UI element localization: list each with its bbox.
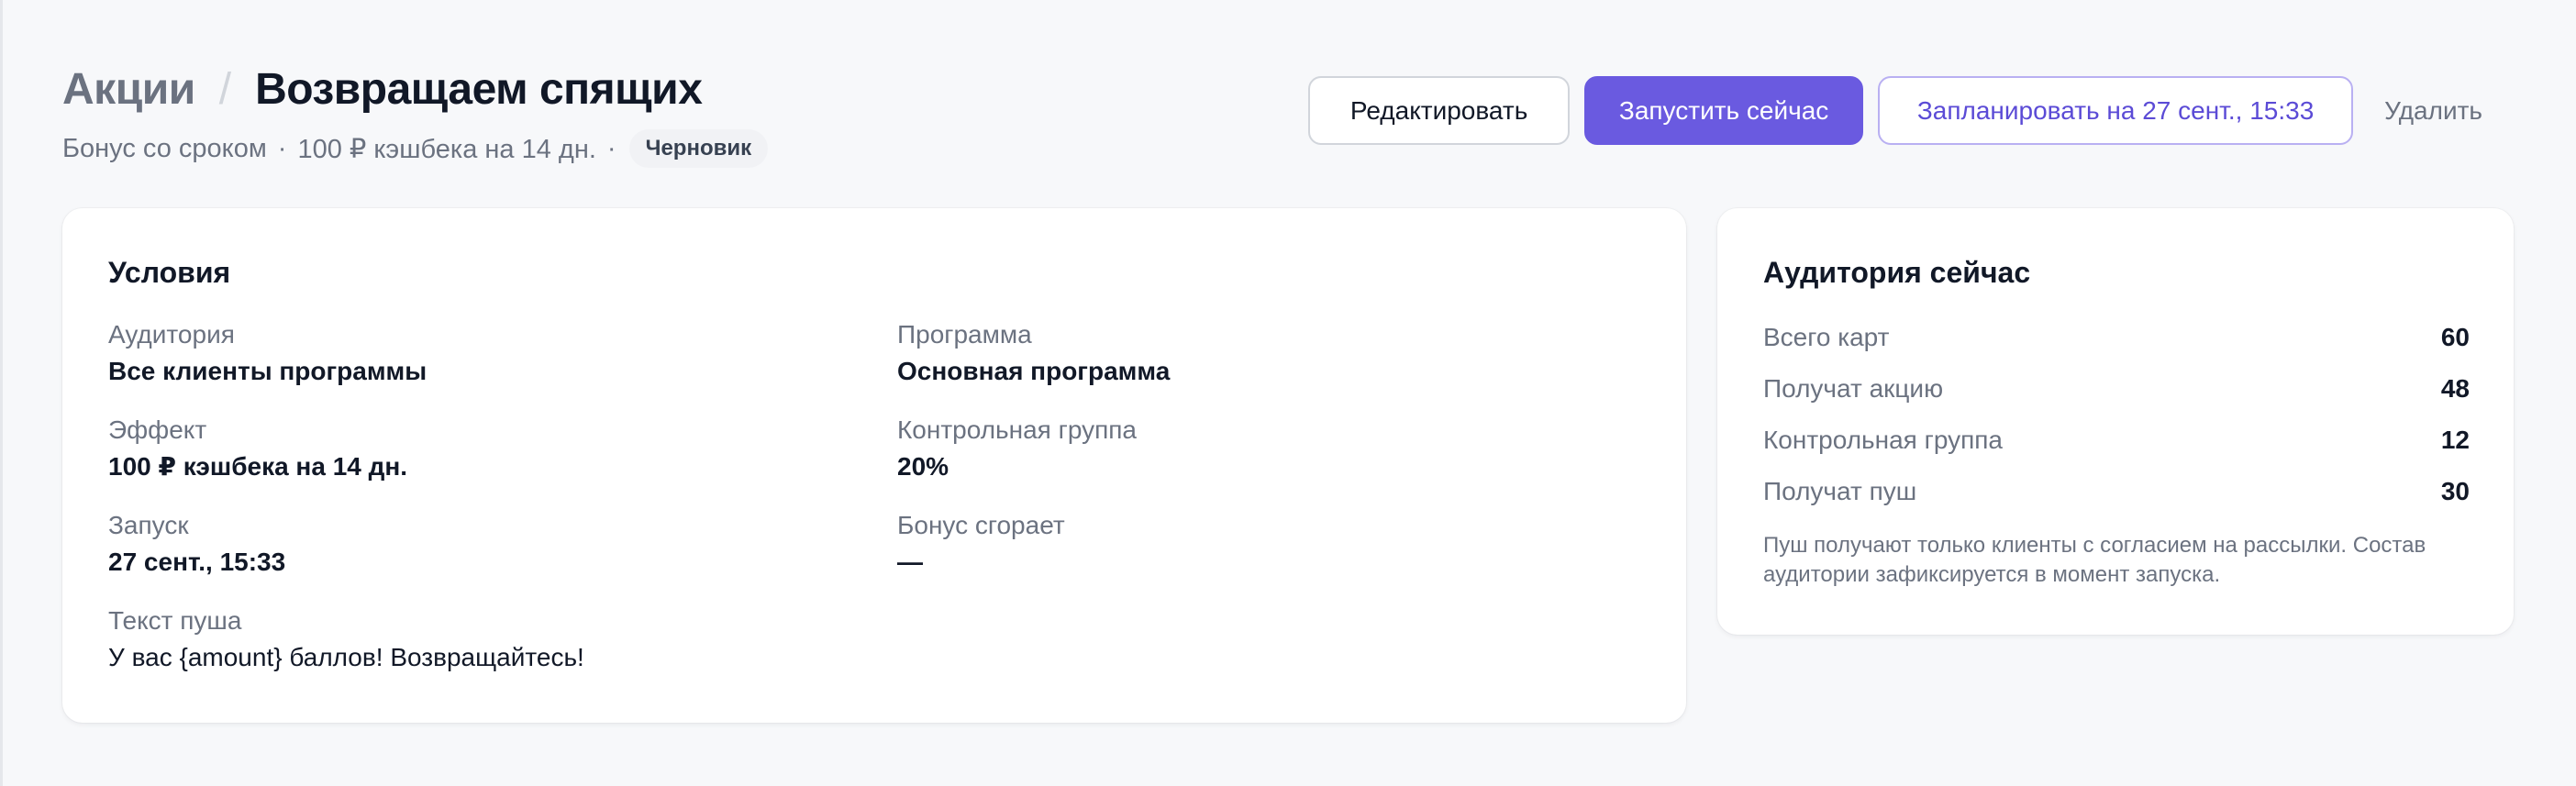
- edit-button[interactable]: Редактировать: [1308, 76, 1571, 145]
- stat-value: 60: [2440, 323, 2470, 351]
- field-effect: Эффект 100 ₽ кэшбека на 14 дн.: [108, 414, 842, 485]
- promotion-page: Акции / Возвращаем спящих Бонус со сроко…: [0, 0, 2576, 786]
- breadcrumb-separator: /: [218, 64, 232, 114]
- field-label: Бонус сгорает: [897, 511, 1065, 539]
- stat-row-recipients: Получат акцию 48: [1763, 371, 2470, 407]
- field-label: Запуск: [108, 511, 189, 539]
- field-label: Программа: [897, 320, 1032, 349]
- field-control-group: Контрольная группа 20%: [897, 414, 1631, 485]
- page-header: Акции / Возвращаем спящих Бонус со сроко…: [62, 61, 2497, 171]
- field-value: 27 сент., 15:33: [108, 548, 286, 576]
- field-label: Эффект: [108, 415, 207, 444]
- stat-row-total-cards: Всего карт 60: [1763, 319, 2470, 356]
- delete-button[interactable]: Удалить: [2370, 76, 2497, 145]
- field-launch: Запуск 27 сент., 15:33: [108, 509, 842, 581]
- sidebar-divider: [0, 0, 3, 786]
- stat-label: Получат пуш: [1763, 477, 1917, 505]
- conditions-card: Условия Аудитория Все клиенты программы …: [62, 208, 1686, 723]
- stat-label: Получат акцию: [1763, 374, 1944, 403]
- stat-label: Всего карт: [1763, 323, 1890, 351]
- breadcrumb-promotions-link[interactable]: Акции: [62, 64, 195, 115]
- subtitle-dot: ·: [277, 133, 287, 163]
- field-label: Контрольная группа: [897, 415, 1137, 444]
- stat-label: Контрольная группа: [1763, 426, 2003, 454]
- page-title: Возвращаем спящих: [255, 64, 703, 114]
- header-actions: Редактировать Запустить сейчас Запланиро…: [1308, 76, 2497, 145]
- audience-card: Аудитория сейчас Всего карт 60 Получат а…: [1717, 208, 2514, 635]
- stat-value: 48: [2440, 374, 2470, 403]
- field-value: Основная программа: [897, 357, 1171, 385]
- audience-title: Аудитория сейчас: [1763, 256, 2031, 289]
- field-label: Текст пуша: [108, 606, 242, 635]
- stat-row-push-recipients: Получат пуш 30: [1763, 473, 2470, 510]
- status-badge: Черновик: [628, 129, 769, 168]
- promotion-effect: 100 ₽ кэшбека на 14 дн.: [297, 134, 596, 164]
- schedule-button[interactable]: Запланировать на 27 сент., 15:33: [1878, 76, 2354, 145]
- conditions-title: Условия: [108, 256, 231, 289]
- subtitle-dot: ·: [606, 133, 616, 163]
- stat-value: 30: [2440, 477, 2470, 505]
- field-value: 100 ₽ кэшбека на 14 дн.: [108, 452, 408, 481]
- field-audience: Аудитория Все клиенты программы: [108, 318, 842, 390]
- field-value: У вас {amount} баллов! Возвращайтесь!: [108, 643, 584, 671]
- stat-row-control-group: Контрольная группа 12: [1763, 422, 2470, 459]
- field-bonus-expiry: Бонус сгорает —: [897, 509, 1631, 581]
- stat-value: 12: [2440, 426, 2470, 454]
- field-value: 20%: [897, 452, 949, 481]
- field-value: —: [897, 548, 923, 576]
- field-program: Программа Основная программа: [897, 318, 1631, 390]
- field-label: Аудитория: [108, 320, 235, 349]
- promotion-type: Бонус со сроком: [62, 133, 267, 163]
- field-value: Все клиенты программы: [108, 357, 427, 385]
- run-now-button[interactable]: Запустить сейчас: [1584, 76, 1864, 145]
- audience-note: Пуш получают только клиенты с согласием …: [1763, 533, 2426, 587]
- field-push-text: Текст пуша У вас {amount} баллов! Возвра…: [108, 604, 1576, 676]
